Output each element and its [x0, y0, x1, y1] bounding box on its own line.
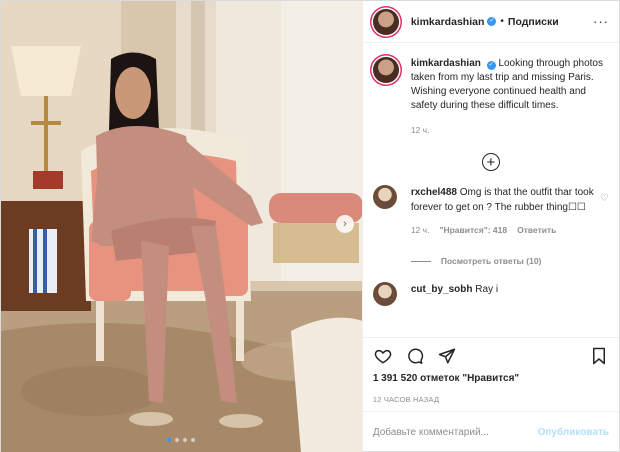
comment-time[interactable]: 12 ч.: [411, 223, 430, 238]
post-timestamp: 12 ЧАСОВ НАЗАД: [372, 395, 440, 404]
comment-body: cut_by_sobh Ray i: [411, 282, 596, 306]
comment-item: cut_by_sobh Ray i: [372, 282, 609, 306]
comment-username[interactable]: cut_by_sobh: [411, 284, 473, 295]
commenter-avatar[interactable]: [372, 185, 397, 209]
verified-badge-icon: ✓: [486, 61, 496, 70]
carousel-dots: [1, 438, 362, 442]
following-button[interactable]: Подписки: [508, 16, 559, 28]
post-header: kimkardashian ✓ • Подписки ···: [362, 1, 619, 43]
comment-meta: 12 ч. "Нравится": 418 Ответить: [411, 223, 596, 238]
comment-item: rxchel488 Omg is that the outfit thar to…: [372, 185, 609, 238]
carousel-dot: [175, 438, 180, 442]
separator: •: [500, 16, 504, 27]
caption-body: kimkardashian ✓ Looking through photos t…: [411, 57, 607, 137]
load-more: +: [373, 153, 609, 171]
author-avatar[interactable]: [372, 8, 399, 35]
next-photo-button[interactable]: ›: [336, 215, 354, 233]
comment-input[interactable]: [372, 427, 538, 438]
comment-bubble-icon[interactable]: [405, 346, 425, 366]
more-dots-icon[interactable]: ···: [593, 14, 609, 29]
caption: kimkardashian ✓ Looking through photos t…: [372, 57, 609, 137]
carousel-dot: [183, 438, 188, 442]
caption-username[interactable]: kimkardashian: [411, 58, 481, 69]
verified-badge-icon: ✓: [487, 17, 497, 26]
caption-avatar[interactable]: [372, 57, 399, 83]
like-heart-icon[interactable]: [373, 346, 393, 366]
replies-line: [410, 260, 431, 262]
comment-body: rxchel488 Omg is that the outfit thar to…: [411, 185, 596, 238]
bookmark-icon[interactable]: [589, 346, 609, 366]
commenter-avatar[interactable]: [372, 282, 397, 306]
comment-likes[interactable]: "Нравится": 418: [439, 223, 507, 238]
share-send-icon[interactable]: [437, 346, 457, 366]
reply-button[interactable]: Ответить: [517, 223, 556, 238]
author-username[interactable]: kimkardashian: [411, 16, 485, 28]
comment-like-heart-icon[interactable]: ♡: [600, 193, 609, 204]
instagram-post: › kimkardashian ✓ • Подписки ··· kimkard…: [0, 0, 620, 452]
carousel-dot: [167, 438, 172, 442]
post-photo[interactable]: ›: [1, 1, 362, 452]
caption-time: 12 ч.: [410, 125, 430, 135]
photo-illustration: [1, 1, 362, 452]
action-bar: [362, 337, 619, 373]
publish-button[interactable]: Опубликовать: [538, 427, 609, 438]
view-replies-label[interactable]: Посмотреть ответы (10): [441, 256, 542, 266]
likes-count[interactable]: 1 391 520 отметок "Нравится": [363, 373, 619, 389]
comment-username[interactable]: rxchel488: [411, 187, 457, 198]
add-comment-bar: Опубликовать: [362, 411, 619, 452]
comment-text: Ray i: [475, 284, 499, 295]
view-replies-button[interactable]: Посмотреть ответы (10): [410, 256, 609, 266]
post-sidebar: kimkardashian ✓ • Подписки ··· kimkardas…: [361, 1, 619, 452]
comments-list[interactable]: kimkardashian ✓ Looking through photos t…: [363, 43, 619, 337]
carousel-dot: [191, 438, 196, 442]
load-more-comments-icon[interactable]: +: [481, 153, 500, 171]
